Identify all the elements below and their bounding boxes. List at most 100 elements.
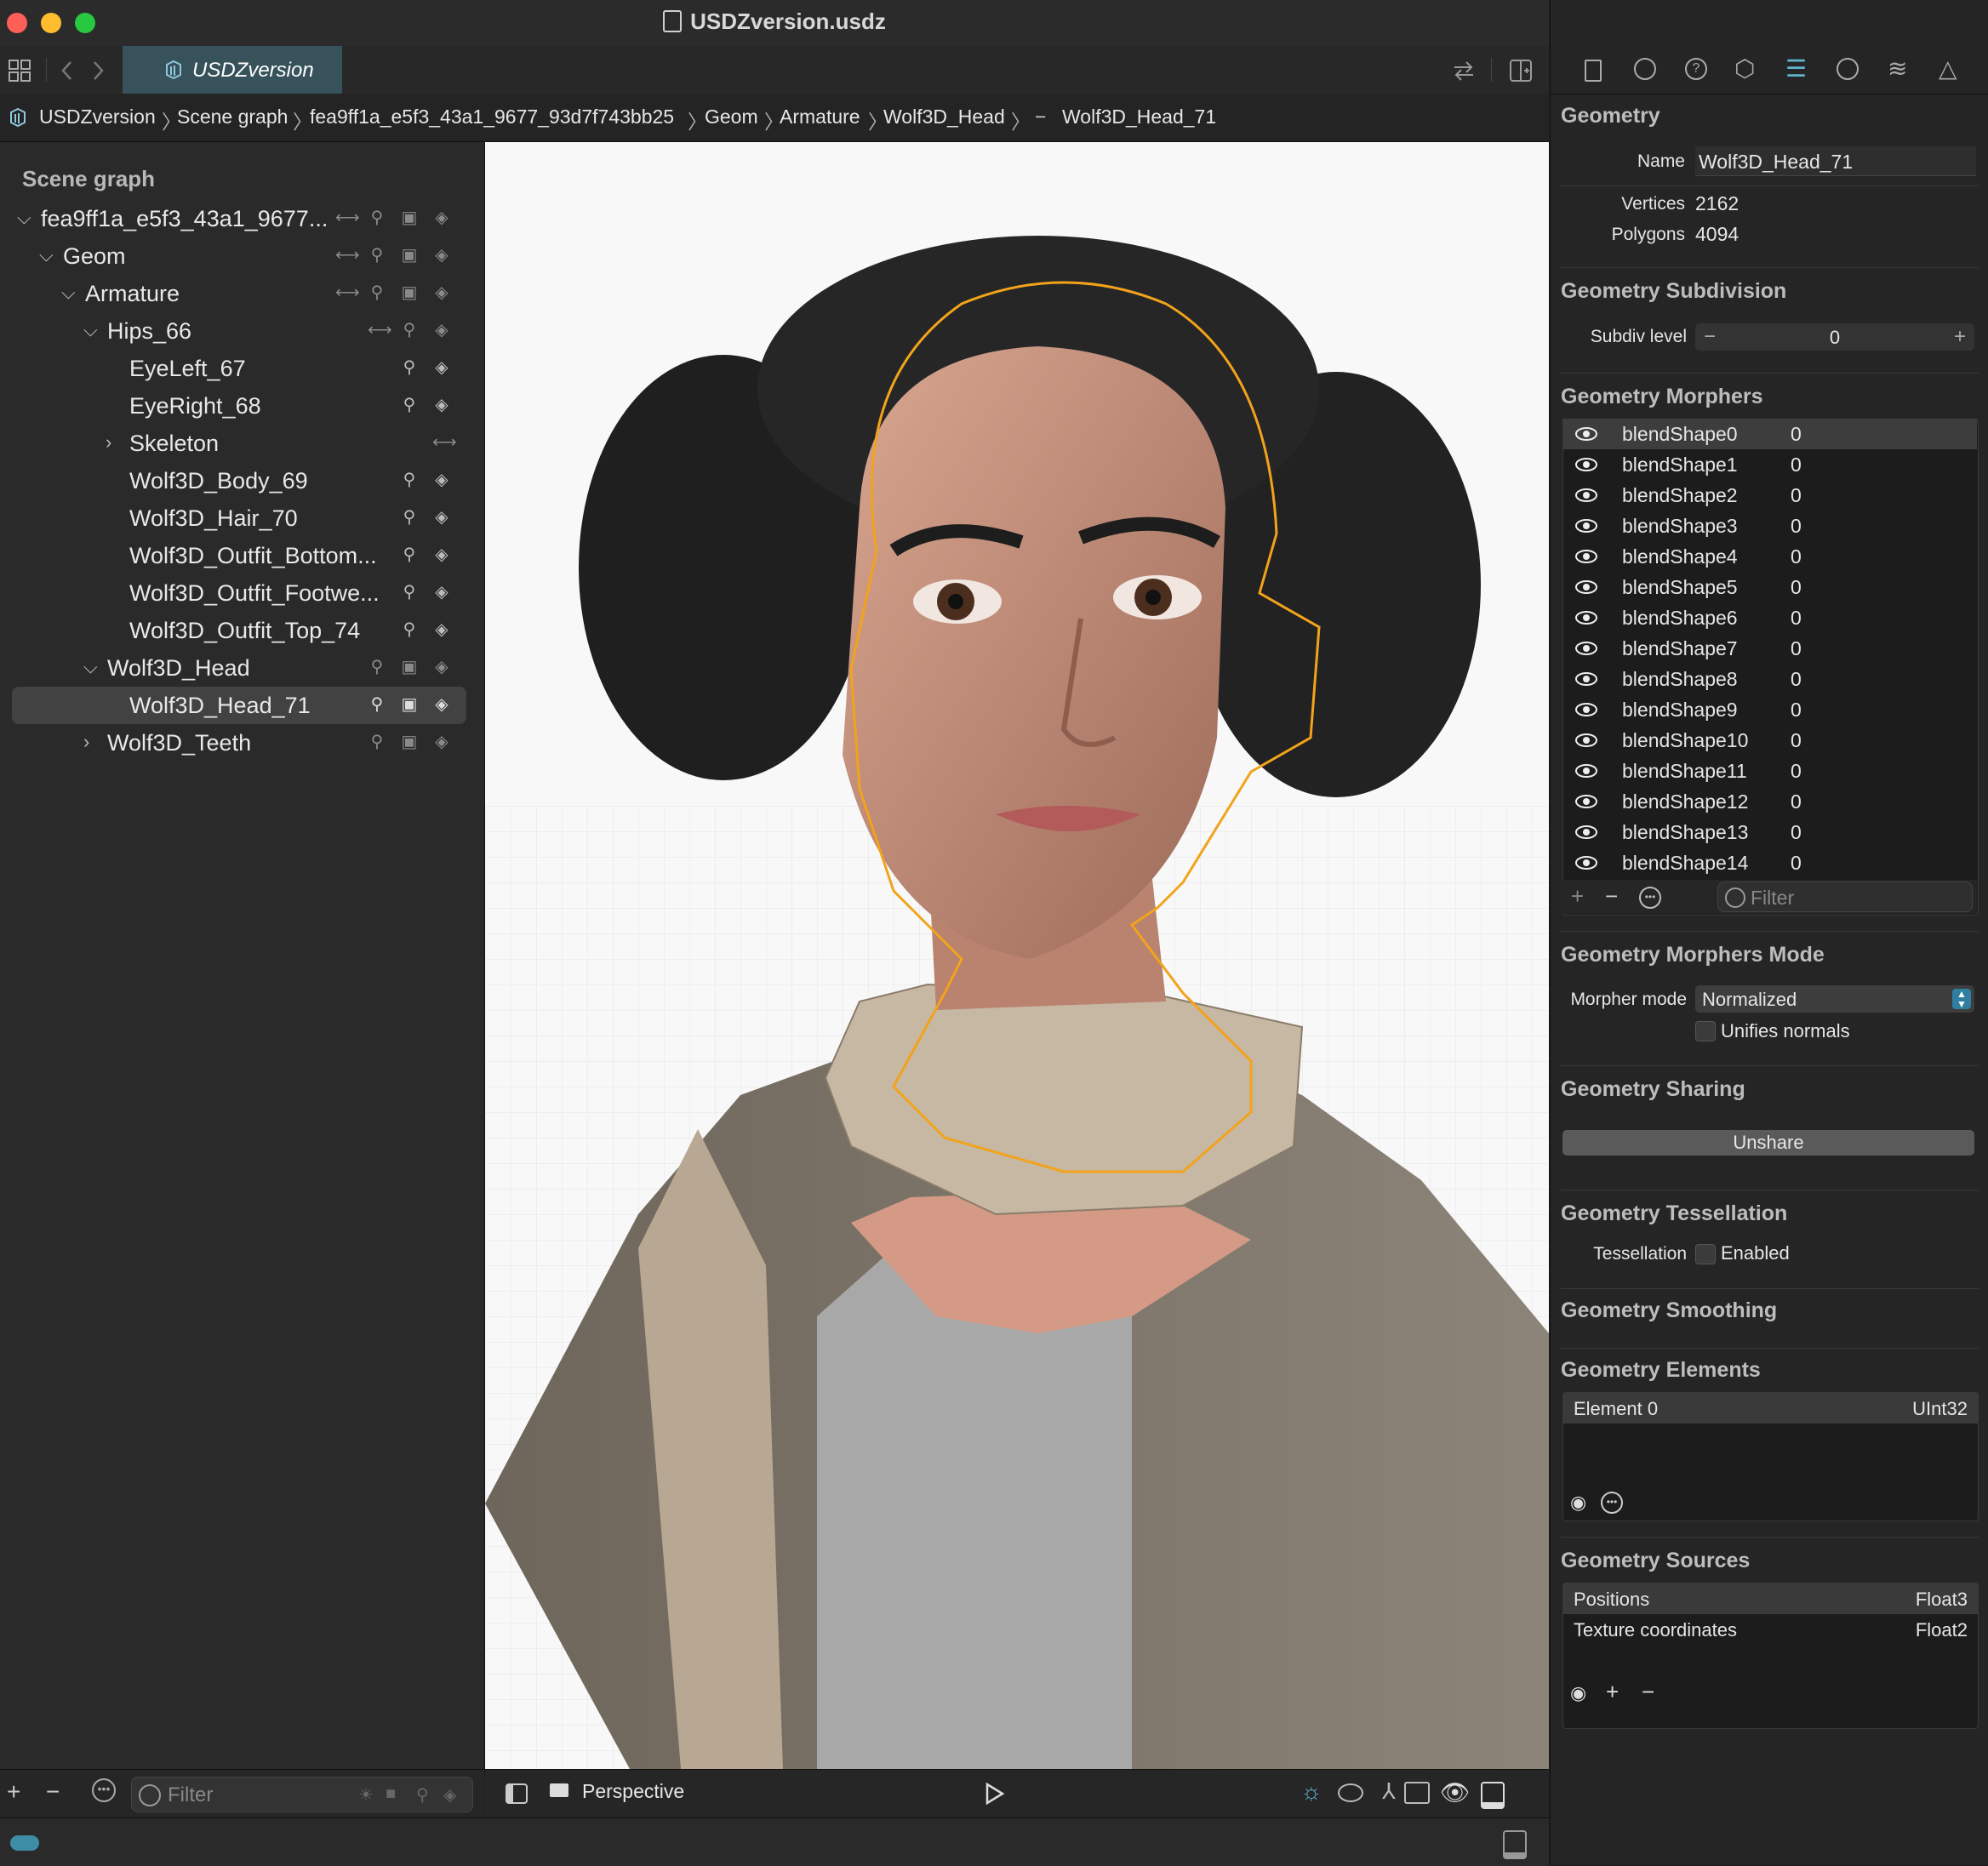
morpher-row[interactable]: blendShape14 0 <box>1562 847 1977 878</box>
morpher-value[interactable]: 0 <box>1791 576 1802 599</box>
eye-icon[interactable] <box>1574 488 1598 503</box>
morpher-value[interactable]: 0 <box>1791 454 1802 476</box>
breadcrumb-item[interactable]: Wolf3D_Head_71 <box>1062 106 1216 128</box>
axis-gizmo-icon[interactable]: ⅄ <box>1382 1778 1396 1805</box>
morpher-row[interactable]: blendShape11 0 <box>1562 756 1977 786</box>
morpher-row[interactable]: blendShape9 0 <box>1562 694 1977 725</box>
chevron-down-icon[interactable]: ⌵ <box>17 207 31 229</box>
grid-view-icon[interactable] <box>9 60 31 82</box>
add-icon[interactable]: + <box>1571 883 1584 910</box>
morpher-row[interactable]: blendShape6 0 <box>1562 602 1977 633</box>
morpher-value[interactable]: 0 <box>1791 607 1802 630</box>
scene-graph-filter-field[interactable]: Filter ☀ ■ ⚲ ◈ <box>131 1777 473 1812</box>
geometry-filter-icon[interactable]: ◈ <box>443 1784 456 1806</box>
tree-item[interactable]: EyeLeft_67 ⚲ ◈ <box>12 350 466 387</box>
console-toggle-icon[interactable] <box>1503 1830 1527 1859</box>
morpher-row[interactable]: blendShape5 0 <box>1562 572 1977 602</box>
add-icon[interactable]: + <box>7 1778 20 1806</box>
eye-icon[interactable] <box>1574 641 1598 656</box>
eye-icon[interactable] <box>1574 610 1598 625</box>
breadcrumb-item[interactable]: Armature <box>780 106 860 128</box>
morpher-row[interactable]: blendShape1 0 <box>1562 449 1977 480</box>
eye-icon[interactable] <box>1574 763 1598 779</box>
tree-item[interactable]: Wolf3D_Outfit_Top_74 ⚲ ◈ <box>12 612 466 649</box>
morpher-row[interactable]: blendShape8 0 <box>1562 664 1977 694</box>
orbit-icon[interactable] <box>1338 1783 1363 1802</box>
morpher-value[interactable]: 0 <box>1791 484 1802 507</box>
morpher-value[interactable]: 0 <box>1791 852 1802 875</box>
chevron-updown-icon[interactable]: ▲ ▼ <box>1952 989 1971 1009</box>
history-icon[interactable] <box>1634 58 1656 80</box>
eye-icon[interactable] <box>1574 702 1598 717</box>
eye-icon[interactable] <box>1574 671 1598 687</box>
eye-icon[interactable] <box>1574 855 1598 870</box>
unifies-normals-checkbox[interactable] <box>1695 1021 1716 1041</box>
tree-item[interactable]: EyeRight_68 ⚲ ◈ <box>12 387 466 425</box>
visibility-icon[interactable]: ◉ <box>1570 1682 1586 1704</box>
morpher-row[interactable]: blendShape13 0 <box>1562 817 1977 847</box>
tessellation-enabled-checkbox[interactable] <box>1695 1244 1716 1264</box>
morphers-filter-field[interactable]: Filter <box>1717 882 1973 912</box>
morpher-row[interactable]: blendShape4 0 <box>1562 541 1977 572</box>
morpher-value[interactable]: 0 <box>1791 668 1802 691</box>
back-arrow-icon[interactable] <box>60 60 75 82</box>
tree-item[interactable]: Wolf3D_Body_69 ⚲ ◈ <box>12 462 466 499</box>
visibility-icon[interactable]: ◉ <box>1570 1492 1586 1514</box>
eye-icon[interactable] <box>1574 549 1598 564</box>
material-icon[interactable]: △ <box>1939 54 1957 83</box>
morpher-value[interactable]: 0 <box>1791 760 1802 783</box>
remove-icon[interactable]: − <box>46 1778 60 1806</box>
increment-icon[interactable]: + <box>1954 325 1966 349</box>
morpher-value[interactable]: 0 <box>1791 821 1802 844</box>
more-options-icon[interactable]: ••• <box>1639 887 1661 909</box>
eye-icon[interactable] <box>1574 518 1598 534</box>
morpher-row[interactable]: blendShape0 0 <box>1562 419 1977 449</box>
chevron-down-icon[interactable]: ⌵ <box>39 244 54 266</box>
eye-icon[interactable] <box>1574 794 1598 809</box>
file-inspector-icon[interactable] <box>1585 60 1602 82</box>
add-icon[interactable]: + <box>1606 1679 1619 1705</box>
element-row[interactable]: Element 0 UInt32 <box>1563 1393 1978 1424</box>
visibility-icon[interactable]: 👁 <box>1440 1778 1471 1806</box>
more-options-icon[interactable]: ••• <box>92 1778 116 1802</box>
morpher-value[interactable]: 0 <box>1791 423 1802 446</box>
tree-item[interactable]: ⌵ Armature ⟷ ⚲ ▣ ◈ <box>12 275 466 312</box>
source-row[interactable]: Texture coordinates Float2 <box>1563 1614 1978 1645</box>
eye-icon[interactable] <box>1574 579 1598 595</box>
tree-item[interactable]: › Skeleton ⟷ <box>12 425 466 462</box>
more-options-icon[interactable]: ••• <box>1601 1492 1623 1514</box>
source-row[interactable]: Positions Float3 <box>1563 1584 1978 1614</box>
play-icon[interactable] <box>984 1782 1006 1806</box>
frame-icon[interactable] <box>1404 1782 1430 1804</box>
attributes-inspector-icon[interactable]: ☰ <box>1785 54 1807 83</box>
breadcrumb-item[interactable]: Geom <box>705 106 758 128</box>
morpher-value[interactable]: 0 <box>1791 637 1802 660</box>
morpher-row[interactable]: blendShape7 0 <box>1562 633 1977 664</box>
chevron-right-icon[interactable]: › <box>106 431 111 454</box>
subdiv-level-stepper[interactable]: − 0 + <box>1695 323 1974 351</box>
tree-item[interactable]: Wolf3D_Hair_70 ⚲ ◈ <box>12 499 466 537</box>
tree-item[interactable]: ⌵ Wolf3D_Head ⚲ ▣ ◈ <box>12 649 466 687</box>
name-field[interactable]: Wolf3D_Head_71 <box>1695 146 1976 176</box>
remove-icon[interactable]: − <box>1605 883 1618 910</box>
physics-icon[interactable] <box>1837 58 1859 80</box>
eye-icon[interactable] <box>1574 457 1598 472</box>
sidebar-toggle-icon[interactable] <box>506 1783 528 1804</box>
eye-icon[interactable] <box>1574 733 1598 748</box>
light-filter-icon[interactable]: ☀ <box>358 1784 374 1806</box>
swap-arrows-icon[interactable] <box>1452 60 1476 82</box>
morpher-value[interactable]: 0 <box>1791 790 1802 813</box>
chevron-down-icon[interactable]: ⌵ <box>61 282 76 304</box>
tree-item[interactable]: ⌵ Hips_66 ⟷ ⚲ ◈ <box>12 312 466 350</box>
stack-icon[interactable]: ≋ <box>1888 54 1907 83</box>
unshare-button[interactable]: Unshare <box>1562 1130 1974 1156</box>
lighting-icon[interactable]: ☼ <box>1300 1778 1322 1806</box>
remove-icon[interactable]: − <box>1642 1679 1654 1705</box>
eye-icon[interactable] <box>1574 426 1598 442</box>
morpher-value[interactable]: 0 <box>1791 545 1802 568</box>
tree-item[interactable]: Wolf3D_Outfit_Footwe... ⚲ ◈ <box>12 574 466 612</box>
morpher-row[interactable]: blendShape2 0 <box>1562 480 1977 511</box>
breadcrumb-item[interactable]: Wolf3D_Head <box>883 106 1005 128</box>
tree-item[interactable]: ⌵ Geom ⟷ ⚲ ▣ ◈ <box>12 237 466 275</box>
camera-mode-label[interactable]: Perspective <box>582 1780 684 1803</box>
